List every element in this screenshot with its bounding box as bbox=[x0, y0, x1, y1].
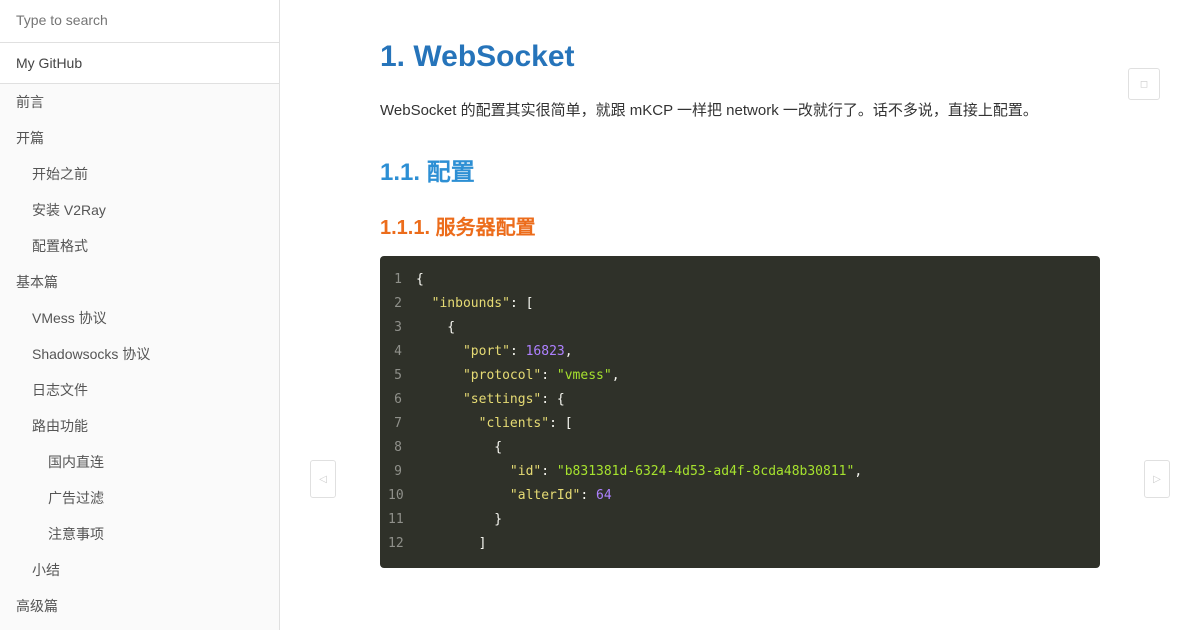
code-line: 7 "clients": [ bbox=[388, 412, 1092, 436]
code-line: 8 { bbox=[388, 436, 1092, 460]
line-number: 8 bbox=[388, 436, 416, 460]
nav-list: 前言开篇开始之前安装 V2Ray配置格式基本篇VMess 协议Shadowsoc… bbox=[0, 84, 279, 630]
code-content: } bbox=[416, 508, 502, 532]
line-number: 12 bbox=[388, 532, 416, 556]
line-number: 4 bbox=[388, 340, 416, 364]
line-number: 5 bbox=[388, 364, 416, 388]
code-content: "protocol": "vmess", bbox=[416, 364, 620, 388]
code-block: 1{2 "inbounds": [3 {4 "port": 16823,5 "p… bbox=[380, 256, 1100, 569]
subsection-heading: 1.1.1. 服务器配置 bbox=[380, 211, 1100, 240]
nav-item[interactable]: Mux bbox=[0, 624, 279, 630]
code-content: "settings": { bbox=[416, 388, 565, 412]
line-number: 3 bbox=[388, 316, 416, 340]
nav-item[interactable]: 前言 bbox=[0, 84, 279, 120]
section-heading: 1.1. 配置 bbox=[380, 152, 1100, 187]
search-box bbox=[0, 0, 279, 43]
nav-item[interactable]: 配置格式 bbox=[0, 228, 279, 264]
line-number: 6 bbox=[388, 388, 416, 412]
nav-item[interactable]: 路由功能 bbox=[0, 408, 279, 444]
code-line: 5 "protocol": "vmess", bbox=[388, 364, 1092, 388]
nav-item[interactable]: 小结 bbox=[0, 552, 279, 588]
code-content: { bbox=[416, 316, 455, 340]
line-number: 9 bbox=[388, 460, 416, 484]
page-title: 1. WebSocket bbox=[380, 40, 1100, 74]
code-line: 3 { bbox=[388, 316, 1092, 340]
nav-item[interactable]: 广告过滤 bbox=[0, 480, 279, 516]
line-number: 11 bbox=[388, 508, 416, 532]
nav-item[interactable]: 基本篇 bbox=[0, 264, 279, 300]
code-content: "inbounds": [ bbox=[416, 292, 533, 316]
code-line: 9 "id": "b831381d-6324-4d53-ad4f-8cda48b… bbox=[388, 460, 1092, 484]
code-content: "port": 16823, bbox=[416, 340, 573, 364]
code-content: { bbox=[416, 436, 502, 460]
intro-paragraph: WebSocket 的配置其实很简单，就跟 mKCP 一样把 network 一… bbox=[380, 98, 1100, 124]
code-line: 12 ] bbox=[388, 532, 1092, 556]
sidebar: My GitHub 前言开篇开始之前安装 V2Ray配置格式基本篇VMess 协… bbox=[0, 0, 280, 630]
line-number: 2 bbox=[388, 292, 416, 316]
code-content: "alterId": 64 bbox=[416, 484, 612, 508]
line-number: 7 bbox=[388, 412, 416, 436]
line-number: 1 bbox=[388, 268, 416, 292]
prev-page-button[interactable]: ◁ bbox=[310, 460, 336, 498]
code-line: 11 } bbox=[388, 508, 1092, 532]
nav-item[interactable]: 国内直连 bbox=[0, 444, 279, 480]
code-line: 2 "inbounds": [ bbox=[388, 292, 1092, 316]
code-content: "id": "b831381d-6324-4d53-ad4f-8cda48b30… bbox=[416, 460, 862, 484]
nav-item[interactable]: 日志文件 bbox=[0, 372, 279, 408]
code-line: 1{ bbox=[388, 268, 1092, 292]
code-line: 6 "settings": { bbox=[388, 388, 1092, 412]
nav-item[interactable]: VMess 协议 bbox=[0, 300, 279, 336]
nav-item[interactable]: 安装 V2Ray bbox=[0, 192, 279, 228]
code-content: { bbox=[416, 268, 424, 292]
code-line: 4 "port": 16823, bbox=[388, 340, 1092, 364]
share-button[interactable]: ◻ bbox=[1128, 68, 1160, 100]
main-content: 1. WebSocket WebSocket 的配置其实很简单，就跟 mKCP … bbox=[280, 0, 1200, 608]
nav-item[interactable]: Shadowsocks 协议 bbox=[0, 336, 279, 372]
github-link[interactable]: My GitHub bbox=[0, 43, 279, 84]
line-number: 10 bbox=[388, 484, 416, 508]
nav-item[interactable]: 开始之前 bbox=[0, 156, 279, 192]
search-input[interactable] bbox=[16, 12, 263, 28]
nav-item[interactable]: 注意事项 bbox=[0, 516, 279, 552]
nav-item[interactable]: 高级篇 bbox=[0, 588, 279, 624]
nav-item[interactable]: 开篇 bbox=[0, 120, 279, 156]
code-content: ] bbox=[416, 532, 486, 556]
code-content: "clients": [ bbox=[416, 412, 573, 436]
code-line: 10 "alterId": 64 bbox=[388, 484, 1092, 508]
next-page-button[interactable]: ▷ bbox=[1144, 460, 1170, 498]
